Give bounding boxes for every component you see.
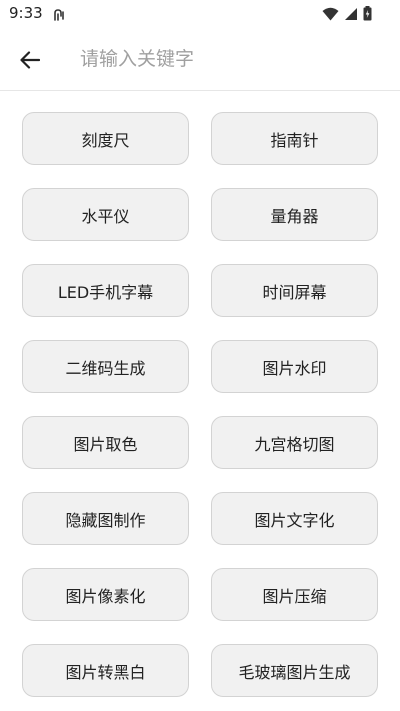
tool-button-led-subtitle[interactable]: LED手机字幕	[22, 264, 189, 317]
status-bar: 9:33	[0, 0, 400, 28]
notification-icon	[52, 7, 66, 21]
tool-button-protractor[interactable]: 量角器	[211, 188, 378, 241]
wifi-icon	[322, 6, 339, 25]
search-input[interactable]	[70, 42, 400, 76]
tool-button-compress[interactable]: 图片压缩	[211, 568, 378, 621]
signal-icon	[344, 6, 358, 25]
tool-button-qrcode[interactable]: 二维码生成	[22, 340, 189, 393]
status-time: 9:33	[9, 4, 43, 22]
battery-icon	[363, 6, 372, 25]
tool-button-image-to-text[interactable]: 图片文字化	[211, 492, 378, 545]
tool-button-watermark[interactable]: 图片水印	[211, 340, 378, 393]
tool-button-level[interactable]: 水平仪	[22, 188, 189, 241]
tool-button-pixelate[interactable]: 图片像素化	[22, 568, 189, 621]
tool-button-compass[interactable]: 指南针	[211, 112, 378, 165]
search-bar	[0, 28, 400, 91]
tool-button-color-picker[interactable]: 图片取色	[22, 416, 189, 469]
tool-button-frosted-glass[interactable]: 毛玻璃图片生成	[211, 644, 378, 697]
back-arrow-icon	[20, 51, 40, 69]
tool-button-hidden-image[interactable]: 隐藏图制作	[22, 492, 189, 545]
tool-button-time-screen[interactable]: 时间屏幕	[211, 264, 378, 317]
tool-button-grayscale[interactable]: 图片转黑白	[22, 644, 189, 697]
tool-button-grid-cut[interactable]: 九宫格切图	[211, 416, 378, 469]
tool-grid: 刻度尺 指南针 水平仪 量角器 LED手机字幕 时间屏幕 二维码生成 图片水印 …	[22, 112, 378, 697]
back-button[interactable]	[12, 42, 48, 78]
tool-button-ruler[interactable]: 刻度尺	[22, 112, 189, 165]
